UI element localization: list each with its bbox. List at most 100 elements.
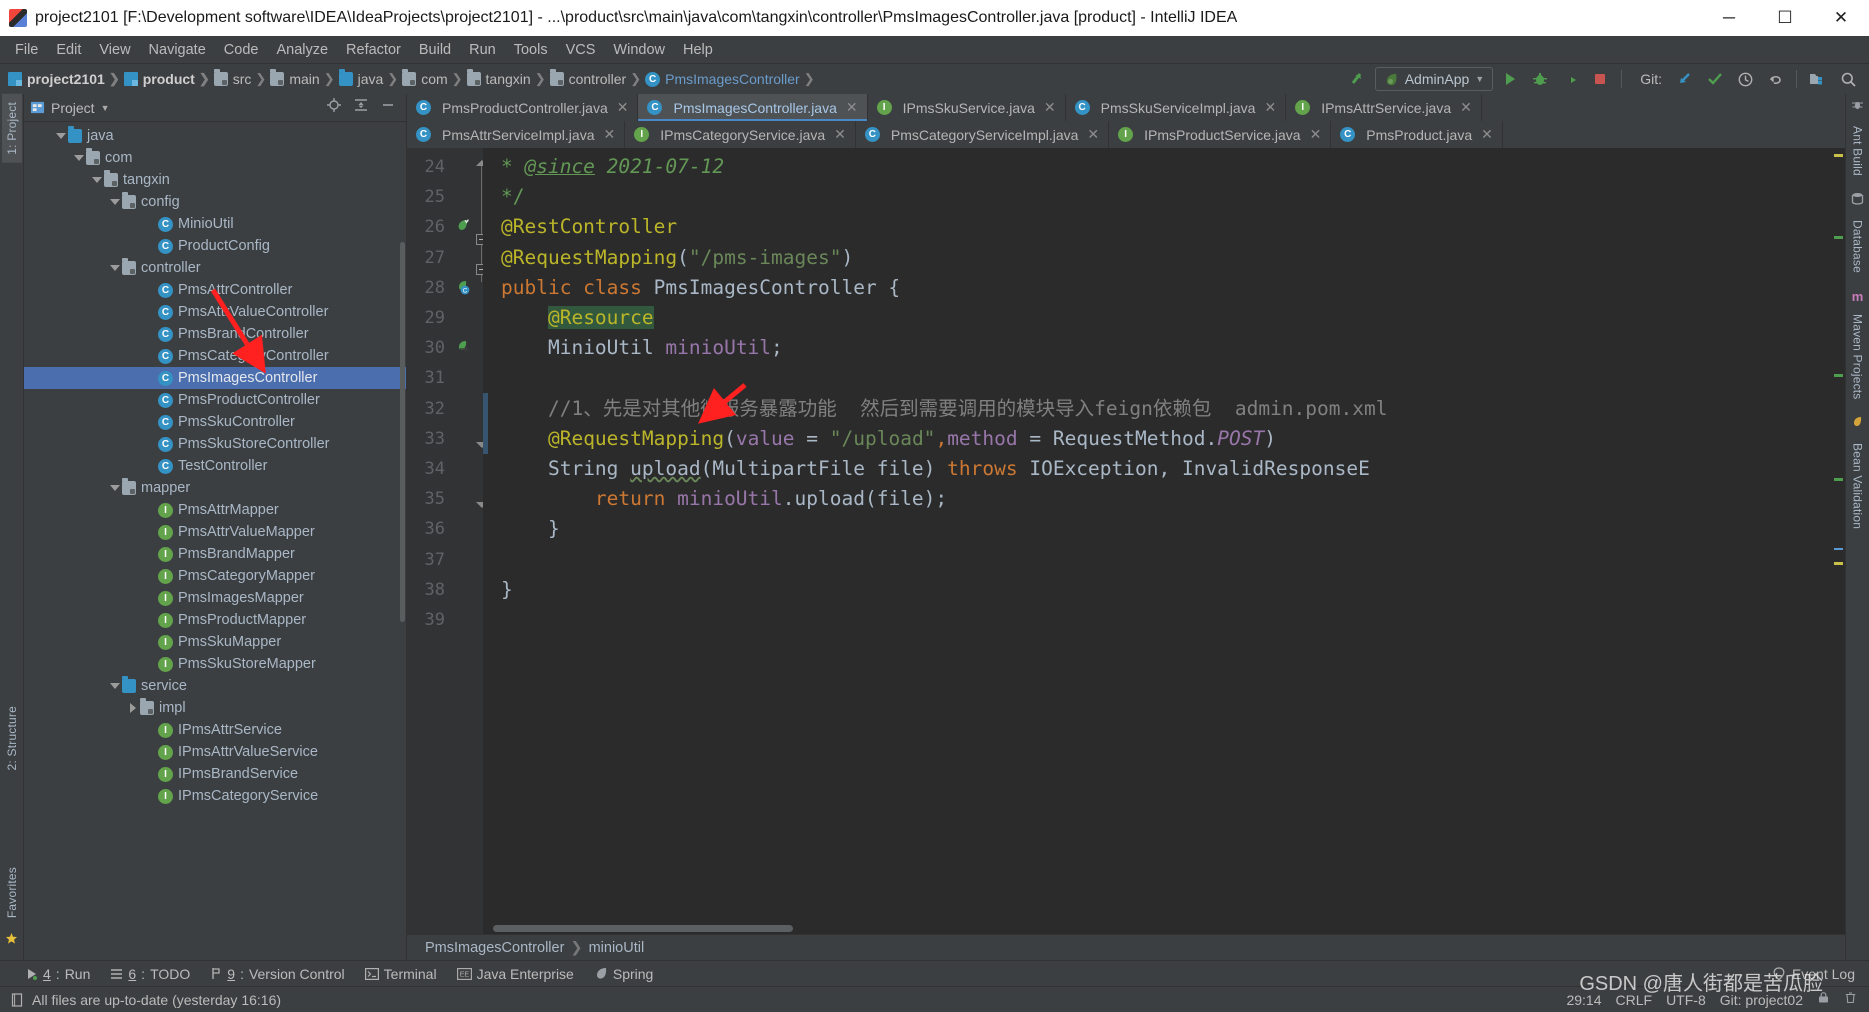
tree-item[interactable]: C MinioUtil bbox=[24, 213, 406, 235]
toolwindow-run[interactable]: 4: Run bbox=[26, 966, 90, 982]
tree-twisty-expanded[interactable] bbox=[54, 133, 68, 139]
breadcrumb-pmsimagescontroller[interactable]: C PmsImagesController ❯ bbox=[645, 71, 819, 87]
breadcrumb-tangxin[interactable]: tangxin ❯ bbox=[466, 69, 550, 87]
tree-item[interactable]: java bbox=[24, 125, 406, 147]
history-icon[interactable] bbox=[1732, 67, 1758, 91]
breadcrumb-product[interactable]: product ❯ bbox=[123, 71, 214, 87]
gutter-line[interactable]: 28 C bbox=[407, 273, 483, 303]
code-line[interactable]: public class PmsImagesController { bbox=[483, 273, 1831, 303]
code-line[interactable]: MinioUtil minioUtil; bbox=[483, 333, 1831, 363]
commit-icon[interactable] bbox=[1702, 67, 1728, 91]
menu-edit[interactable]: Edit bbox=[47, 39, 90, 61]
tree-item[interactable]: config bbox=[24, 191, 406, 213]
tree-item[interactable]: I IPmsAttrValueService bbox=[24, 741, 406, 763]
code-line[interactable] bbox=[483, 605, 1831, 635]
tree-twisty-expanded[interactable] bbox=[108, 199, 122, 205]
info-marker[interactable] bbox=[1834, 236, 1843, 239]
stop-icon[interactable] bbox=[1587, 67, 1613, 91]
menu-build[interactable]: Build bbox=[410, 39, 460, 61]
tree-item[interactable]: service bbox=[24, 675, 406, 697]
code-line[interactable]: @RestController bbox=[483, 212, 1831, 242]
tree-item[interactable]: C PmsSkuController bbox=[24, 411, 406, 433]
tree-item[interactable]: impl bbox=[24, 697, 406, 719]
warning-marker[interactable] bbox=[1834, 562, 1843, 565]
tree-item[interactable]: I PmsImagesMapper bbox=[24, 587, 406, 609]
event-log-button[interactable]: Event Log bbox=[1772, 966, 1855, 982]
lock-icon[interactable] bbox=[1817, 991, 1830, 1009]
menu-analyze[interactable]: Analyze bbox=[267, 39, 337, 61]
tree-item[interactable]: I PmsAttrValueMapper bbox=[24, 521, 406, 543]
editor-scroll-thumb[interactable] bbox=[493, 925, 793, 932]
breadcrumb-main[interactable]: main ❯ bbox=[270, 69, 338, 87]
gutter-line[interactable]: 34 bbox=[407, 454, 483, 484]
gutter-line[interactable]: 38 bbox=[407, 575, 483, 605]
tree-item[interactable]: C TestController bbox=[24, 455, 406, 477]
close-tab-icon[interactable]: ✕ bbox=[1481, 126, 1493, 143]
tree-item[interactable]: I PmsSkuMapper bbox=[24, 631, 406, 653]
breadcrumb-project2101[interactable]: project2101 ❯ bbox=[8, 71, 124, 87]
editor-gutter[interactable]: 24 25 26 27 28 C 29 30 31 32 33 34 35 36 37 38 39 bbox=[407, 148, 488, 934]
locate-file-icon[interactable] bbox=[326, 97, 342, 118]
tree-item[interactable]: C PmsAttrController bbox=[24, 279, 406, 301]
info-marker[interactable] bbox=[1834, 478, 1843, 481]
gutter-line[interactable]: 37 bbox=[407, 544, 483, 574]
hide-panel-icon[interactable] bbox=[380, 97, 396, 118]
close-tab-icon[interactable]: ✕ bbox=[1460, 99, 1472, 116]
chevron-down-icon[interactable]: ▼ bbox=[101, 103, 110, 113]
tree-item[interactable]: I IPmsCategoryService bbox=[24, 785, 406, 807]
run-with-coverage-icon[interactable] bbox=[1557, 67, 1583, 91]
gutter-line[interactable]: 33 bbox=[407, 424, 483, 454]
editor-tab[interactable]: C PmsAttrServiceImpl.java ✕ bbox=[407, 121, 626, 148]
gutter-line[interactable]: 27 bbox=[407, 243, 483, 273]
caret-position[interactable]: 29:14 bbox=[1566, 992, 1601, 1008]
gutter-line[interactable]: 24 bbox=[407, 152, 483, 182]
trash-icon[interactable] bbox=[1844, 991, 1857, 1009]
sidebar-tab-maven-projects[interactable]: Maven Projects bbox=[1848, 306, 1868, 408]
menu-navigate[interactable]: Navigate bbox=[140, 39, 215, 61]
gutter-line[interactable]: 25 bbox=[407, 182, 483, 212]
code-line[interactable]: } bbox=[483, 514, 1831, 544]
tree-item[interactable]: C PmsBrandController bbox=[24, 323, 406, 345]
sidebar-tab-database[interactable]: Database bbox=[1848, 212, 1868, 281]
tree-twisty-expanded[interactable] bbox=[108, 265, 122, 271]
run-icon[interactable] bbox=[1497, 67, 1523, 91]
editor-tab-active[interactable]: C PmsImagesController.java ✕ bbox=[638, 94, 868, 121]
tree-item[interactable]: C PmsCategoryController bbox=[24, 345, 406, 367]
git-branch[interactable]: Git: project02 bbox=[1720, 992, 1803, 1008]
tree-item[interactable]: I IPmsBrandService bbox=[24, 763, 406, 785]
code-line[interactable]: String upload(MultipartFile file) throws… bbox=[483, 454, 1831, 484]
menu-run[interactable]: Run bbox=[460, 39, 505, 61]
close-tab-icon[interactable]: ✕ bbox=[603, 126, 615, 143]
code-line[interactable] bbox=[483, 363, 1831, 393]
sidebar-tab-ant-build[interactable]: Ant Build bbox=[1848, 118, 1868, 184]
editor-tab[interactable]: I IPmsCategoryService.java ✕ bbox=[625, 121, 856, 148]
code-line[interactable]: //1、先是对其他微服务暴露功能 然后到需要调用的模块导入feign依赖包 ad… bbox=[483, 394, 1831, 424]
tree-item[interactable]: I PmsProductMapper bbox=[24, 609, 406, 631]
close-tab-icon[interactable]: ✕ bbox=[1087, 126, 1099, 143]
tree-item[interactable]: C ProductConfig bbox=[24, 235, 406, 257]
editor-tab[interactable]: C PmsProductController.java ✕ bbox=[407, 94, 639, 121]
project-tree[interactable]: java com tangxin config C MinioUtil C ProductCo… bbox=[24, 122, 406, 960]
info-marker[interactable] bbox=[1834, 374, 1843, 377]
close-tab-icon[interactable]: ✕ bbox=[1044, 99, 1056, 116]
tree-twisty-collapsed[interactable] bbox=[126, 703, 140, 713]
run-configuration-selector[interactable]: AdminApp ▼ bbox=[1374, 67, 1494, 91]
sidebar-tab-favorites[interactable]: Favorites bbox=[2, 859, 22, 926]
gutter-line[interactable]: 35 bbox=[407, 484, 483, 514]
editor-tab[interactable]: I IPmsAttrService.java ✕ bbox=[1286, 94, 1482, 121]
editor-horizontal-scrollbar[interactable] bbox=[483, 922, 1817, 934]
warning-marker[interactable] bbox=[1834, 154, 1843, 157]
close-tab-icon[interactable]: ✕ bbox=[834, 126, 846, 143]
bean-icon[interactable] bbox=[450, 218, 476, 236]
tree-item[interactable]: I PmsAttrMapper bbox=[24, 499, 406, 521]
code-line[interactable]: @Resource bbox=[483, 303, 1831, 333]
tree-item[interactable]: C PmsProductController bbox=[24, 389, 406, 411]
editor-tab[interactable]: I IPmsProductService.java ✕ bbox=[1109, 121, 1332, 148]
menu-refactor[interactable]: Refactor bbox=[337, 39, 410, 61]
gutter-line[interactable]: 36 bbox=[407, 514, 483, 544]
tree-item-selected[interactable]: C PmsImagesController bbox=[24, 367, 406, 389]
file-encoding[interactable]: UTF-8 bbox=[1666, 992, 1706, 1008]
toolwindow-version-control[interactable]: 9: Version Control bbox=[210, 966, 345, 982]
autowired-icon[interactable] bbox=[450, 339, 476, 357]
tree-item[interactable]: I PmsSkuStoreMapper bbox=[24, 653, 406, 675]
